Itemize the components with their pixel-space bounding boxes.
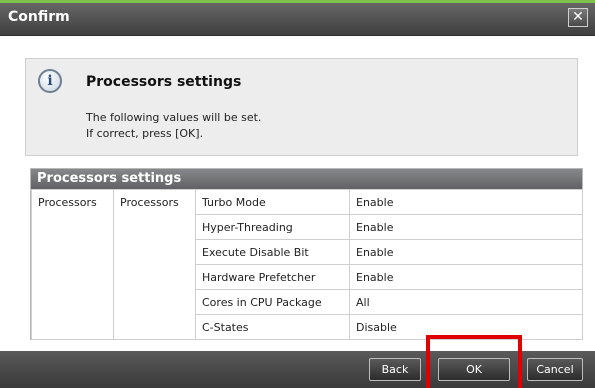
setting-name-cell: C-States [195, 314, 350, 340]
panel-header: Processors settings [31, 169, 582, 189]
setting-value-cell: Disable [349, 314, 583, 340]
ok-button[interactable]: OK [438, 358, 510, 381]
titlebar-accent [0, 0, 595, 3]
subcategory-cell: Processors [113, 189, 196, 340]
setting-name-cell: Execute Disable Bit [195, 239, 350, 265]
setting-name-cell: Hyper-Threading [195, 214, 350, 240]
close-icon: ✕ [572, 9, 584, 25]
setting-value-cell: Enable [349, 189, 583, 215]
dialog-titlebar: Confirm ✕ [0, 0, 595, 36]
cancel-button[interactable]: Cancel [527, 358, 583, 381]
close-button[interactable]: ✕ [568, 8, 588, 27]
setting-name-cell: Cores in CPU Package [195, 289, 350, 315]
settings-table: Processors Processors Turbo Mode Enable … [31, 189, 583, 340]
setting-value-cell: Enable [349, 264, 583, 290]
setting-value-cell: Enable [349, 214, 583, 240]
info-box: i Processors settings The following valu… [25, 58, 578, 156]
table-row: Processors Processors Turbo Mode Enable [31, 189, 583, 340]
info-title: Processors settings [86, 74, 242, 90]
info-message-line-2: If correct, press [OK]. [86, 127, 204, 140]
info-message-line-1: The following values will be set. [86, 111, 262, 124]
settings-panel: Processors settings Processors Processor… [30, 168, 583, 340]
setting-name-cell: Hardware Prefetcher [195, 264, 350, 290]
back-button[interactable]: Back [369, 358, 421, 381]
setting-value-cell: All [349, 289, 583, 315]
category-cell: Processors [31, 189, 114, 340]
info-icon: i [38, 69, 62, 93]
setting-name-cell: Turbo Mode [195, 189, 350, 215]
dialog-title: Confirm [8, 9, 70, 25]
setting-value-cell: Enable [349, 239, 583, 265]
